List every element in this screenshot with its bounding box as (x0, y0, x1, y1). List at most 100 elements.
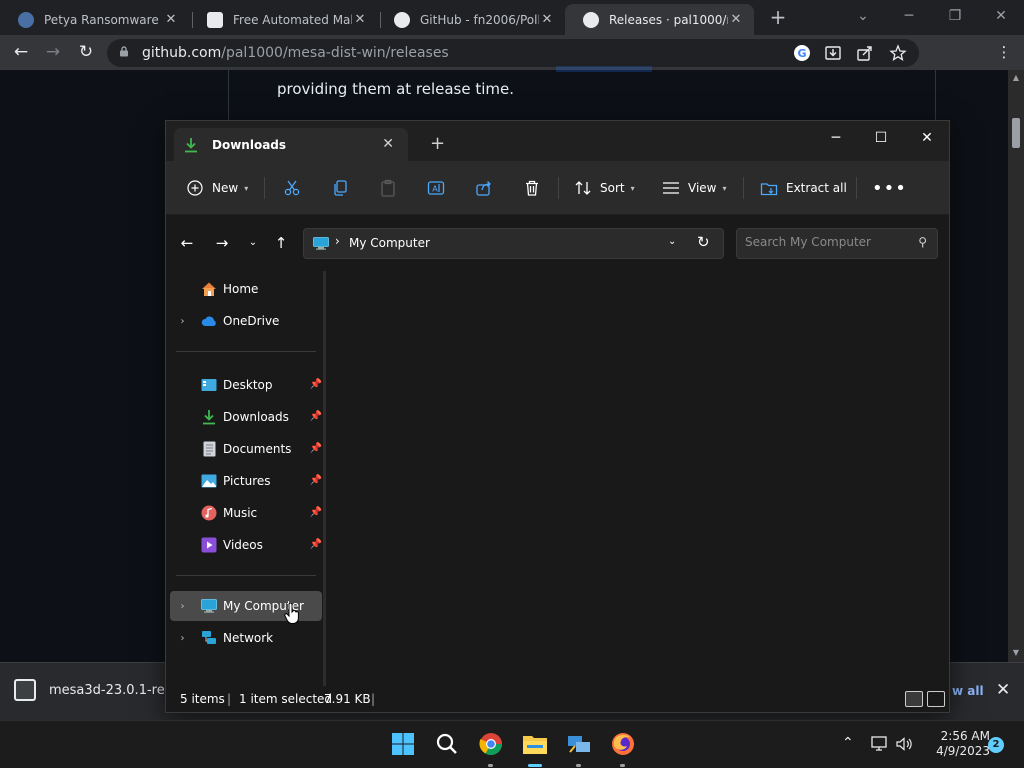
copy-button[interactable] (331, 173, 357, 203)
close-tab-icon[interactable]: ✕ (352, 12, 368, 27)
tab-search-chevron-icon[interactable]: ⌄ (840, 0, 886, 35)
pin-icon[interactable]: 📌 (310, 475, 322, 486)
file-explorer-icon[interactable] (520, 729, 550, 759)
more-menu-icon[interactable]: ⋮ (990, 39, 1018, 67)
google-lens-icon[interactable]: G (793, 44, 811, 62)
share-icon[interactable] (856, 44, 874, 62)
system-clock[interactable]: 2:56 AM 4/9/2023 (918, 729, 990, 759)
explorer-tab-downloads[interactable]: Downloads ✕ (174, 128, 408, 161)
network-icon (201, 630, 217, 646)
home-icon (201, 281, 217, 297)
download-item[interactable]: mesa3d-23.0.1-rele... (14, 679, 189, 701)
scrollbar-thumb[interactable] (1012, 118, 1020, 148)
back-button[interactable]: ← (7, 39, 35, 67)
pin-icon[interactable]: 📌 (310, 379, 322, 390)
chevron-down-icon: ▾ (630, 183, 635, 193)
rename-button[interactable]: A (427, 173, 453, 203)
close-window-button[interactable]: ✕ (978, 0, 1024, 35)
bookmark-star-icon[interactable] (889, 44, 907, 62)
up-arrow-icon[interactable]: ↑ (270, 232, 292, 254)
address-dropdown-chevron-icon[interactable]: ⌄ (668, 236, 676, 247)
share-button[interactable] (475, 173, 501, 203)
sidebar-item-home[interactable]: Home (170, 274, 322, 304)
breadcrumb-location[interactable]: My Computer (349, 236, 430, 250)
ethernet-network-icon[interactable] (870, 736, 888, 752)
install-app-icon[interactable] (824, 44, 842, 62)
browser-tab-petya[interactable]: Petya Ransomware | Cl ✕ (0, 4, 189, 35)
pin-icon[interactable]: 📌 (310, 411, 322, 422)
pin-icon[interactable]: 📌 (310, 539, 322, 550)
expand-chevron-icon[interactable]: › (170, 633, 195, 644)
pin-icon[interactable]: 📌 (310, 443, 322, 454)
tab-favicon-icon (18, 11, 34, 28)
sort-button[interactable]: Sort ▾ (574, 173, 635, 203)
restore-window-button[interactable]: ❐ (932, 0, 978, 35)
close-tab-icon[interactable]: ✕ (163, 12, 179, 27)
browser-tab-malware[interactable]: Free Automated Malwa ✕ (189, 4, 378, 35)
sidebar-item-videos[interactable]: Videos 📌 (170, 530, 322, 560)
refresh-icon[interactable]: ↻ (697, 233, 710, 251)
sidebar-item-network[interactable]: › Network (170, 623, 322, 653)
new-tab-button[interactable]: + (766, 6, 790, 30)
expand-chevron-icon[interactable]: › (170, 601, 195, 612)
explorer-new-tab-button[interactable]: + (430, 133, 445, 154)
notification-badge[interactable]: 2 (988, 737, 1004, 753)
sidebar-item-pictures[interactable]: Pictures 📌 (170, 466, 322, 496)
share-icon (475, 179, 493, 197)
browser-tab-strip: Petya Ransomware | Cl ✕ Free Automated M… (0, 0, 1024, 35)
show-all-downloads-link[interactable]: w all (952, 684, 984, 698)
address-bar[interactable]: github.com/pal1000/mesa-dist-win/release… (107, 39, 919, 67)
scroll-down-arrow-icon[interactable]: ▼ (1008, 648, 1024, 657)
search-input[interactable] (745, 235, 905, 249)
reload-button[interactable]: ↻ (72, 39, 100, 67)
volume-speaker-icon[interactable] (895, 736, 913, 752)
recent-locations-chevron-icon[interactable]: ⌄ (242, 232, 264, 254)
page-scrollbar[interactable]: ▲ ▼ (1008, 70, 1024, 662)
delete-button[interactable] (523, 173, 549, 203)
start-windows-icon[interactable] (388, 729, 418, 759)
breadcrumb-chevron-icon[interactable]: › (335, 234, 340, 248)
close-tab-icon[interactable]: ✕ (539, 12, 555, 27)
show-hidden-icons-chevron-icon[interactable]: ⌃ (842, 735, 854, 751)
firefox-icon[interactable] (608, 729, 638, 759)
sidebar-item-desktop[interactable]: Desktop 📌 (170, 370, 322, 400)
paste-button[interactable] (379, 173, 405, 203)
close-tab-icon[interactable]: ✕ (382, 136, 394, 152)
extract-all-button[interactable]: Extract all (760, 173, 847, 203)
explorer-search-box[interactable]: ⚲ (736, 228, 938, 259)
see-more-icon[interactable]: ••• (872, 173, 907, 203)
close-tab-icon[interactable]: ✕ (728, 12, 744, 27)
expand-chevron-icon[interactable]: › (170, 316, 195, 327)
sidebar-item-downloads[interactable]: Downloads 📌 (170, 402, 322, 432)
explorer-close-button[interactable]: ✕ (904, 125, 950, 153)
sidebar-item-music[interactable]: Music 📌 (170, 498, 322, 528)
url-text: github.com/pal1000/mesa-dist-win/release… (142, 45, 449, 61)
explorer-address-bar[interactable]: › My Computer ⌄ ↻ (303, 228, 724, 259)
network-settings-app-icon[interactable] (564, 729, 594, 759)
trash-icon (523, 179, 541, 197)
new-button[interactable]: New ▾ (186, 173, 248, 203)
sidebar-item-onedrive[interactable]: › OneDrive (170, 306, 322, 336)
chrome-icon[interactable] (476, 729, 506, 759)
explorer-maximize-button[interactable]: ☐ (858, 125, 904, 153)
view-button[interactable]: View ▾ (662, 173, 727, 203)
pin-icon[interactable]: 📌 (310, 507, 322, 518)
browser-tab-github-polly[interactable]: GitHub - fn2006/PollyM ✕ (376, 4, 565, 35)
minimize-window-button[interactable]: ─ (886, 0, 932, 35)
browser-tab-releases[interactable]: Releases · pal1000/me ✕ (565, 4, 754, 35)
lock-icon[interactable] (119, 46, 129, 57)
search-icon[interactable]: ⚲ (918, 235, 927, 249)
scroll-up-arrow-icon[interactable]: ▲ (1008, 73, 1024, 82)
cut-button[interactable] (283, 173, 309, 203)
file-list-pane[interactable] (326, 271, 949, 686)
sidebar-item-documents[interactable]: Documents 📌 (170, 434, 322, 464)
forward-arrow-icon[interactable]: → (211, 232, 233, 254)
forward-button[interactable]: → (39, 39, 67, 67)
large-icons-view-icon[interactable] (927, 691, 945, 707)
taskbar-search-icon[interactable] (432, 729, 462, 759)
browser-toolbar: ← → ↻ github.com/pal1000/mesa-dist-win/r… (0, 35, 1024, 96)
close-download-shelf-icon[interactable]: ✕ (996, 680, 1010, 700)
back-arrow-icon[interactable]: ← (176, 232, 198, 254)
explorer-minimize-button[interactable]: ─ (813, 125, 859, 153)
details-view-icon[interactable] (905, 691, 923, 707)
